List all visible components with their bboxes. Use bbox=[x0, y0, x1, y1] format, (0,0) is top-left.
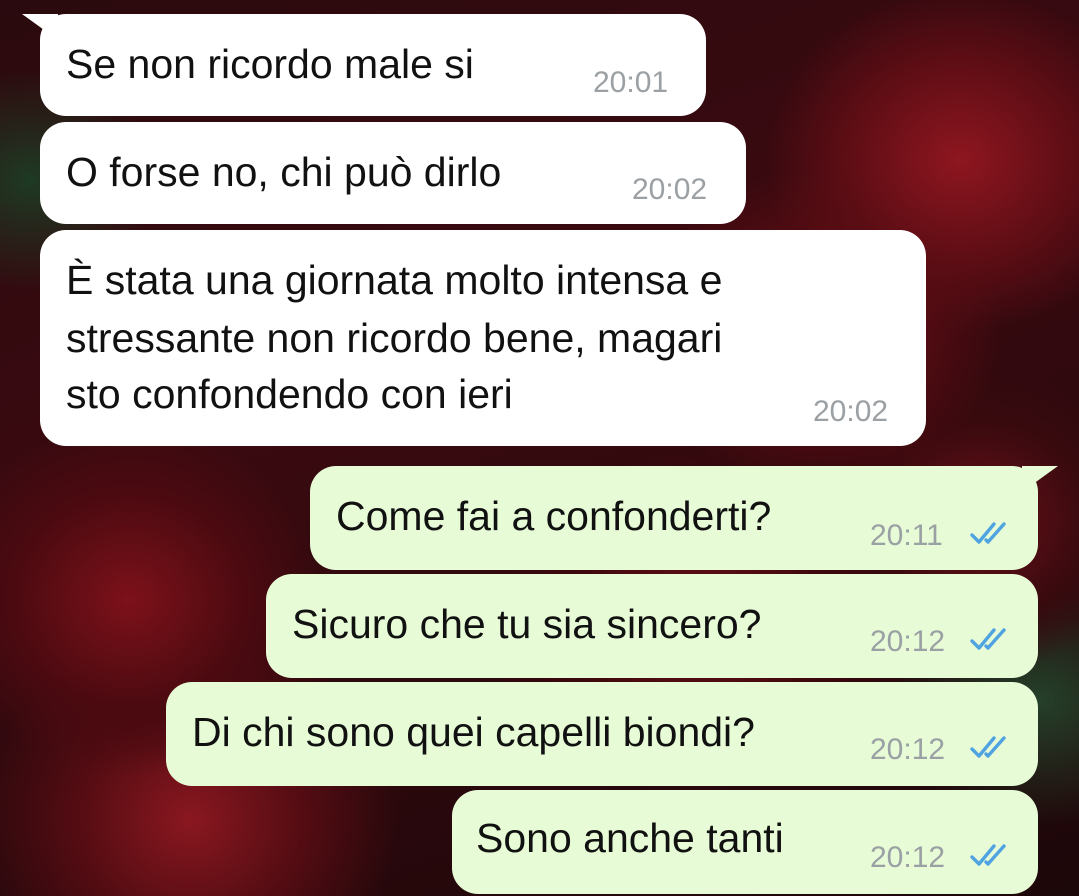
message-text-line: stressante non ricordo bene, magari bbox=[66, 315, 723, 361]
message-text-line: È stata una giornata molto intensa e bbox=[66, 257, 723, 303]
message-text: O forse no, chi può dirlo bbox=[66, 149, 502, 195]
message-time: 20:11 bbox=[870, 519, 943, 552]
outgoing-message[interactable]: Di chi sono quei capelli biondi? 20:12 bbox=[166, 682, 1038, 786]
message-text-line: sto confondendo con ieri bbox=[66, 371, 513, 417]
message-time: 20:12 bbox=[870, 733, 946, 766]
double-check-icon bbox=[970, 522, 1006, 544]
message-time: 20:01 bbox=[593, 66, 669, 99]
message-time: 20:02 bbox=[813, 395, 889, 428]
double-check-icon bbox=[970, 844, 1006, 866]
outgoing-message[interactable]: Sicuro che tu sia sincero? 20:12 bbox=[266, 574, 1038, 678]
incoming-message[interactable]: Se non ricordo male si 20:01 bbox=[40, 14, 706, 116]
message-text: Sicuro che tu sia sincero? bbox=[292, 601, 762, 647]
double-check-icon bbox=[970, 628, 1006, 650]
message-text: Sono anche tanti bbox=[476, 815, 784, 861]
outgoing-message[interactable]: Come fai a confonderti? 20:11 bbox=[310, 466, 1038, 570]
message-time: 20:12 bbox=[870, 625, 946, 658]
outgoing-message[interactable]: Sono anche tanti 20:12 bbox=[452, 790, 1038, 894]
incoming-message[interactable]: O forse no, chi può dirlo 20:02 bbox=[40, 122, 746, 224]
message-time: 20:02 bbox=[632, 173, 708, 206]
message-time: 20:12 bbox=[870, 841, 946, 874]
message-text: Di chi sono quei capelli biondi? bbox=[192, 709, 755, 755]
message-text: Come fai a confonderti? bbox=[336, 493, 772, 539]
message-list[interactable]: Se non ricordo male si 20:01 O forse no,… bbox=[0, 0, 1079, 896]
incoming-message[interactable]: È stata una giornata molto intensa e str… bbox=[40, 230, 926, 446]
double-check-icon bbox=[970, 736, 1006, 758]
message-text: Se non ricordo male si bbox=[66, 41, 474, 87]
